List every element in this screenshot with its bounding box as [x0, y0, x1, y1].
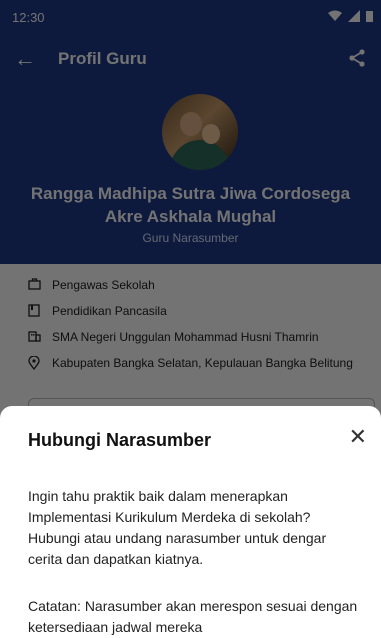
detail-row-subject: Pendidikan Pancasila: [28, 304, 361, 321]
profile-details: Pengawas Sekolah Pendidikan Pancasila SM…: [0, 264, 381, 404]
back-arrow-icon[interactable]: ←: [14, 48, 36, 70]
detail-row-location: Kabupaten Bangka Selatan, Kepulauan Bang…: [28, 355, 361, 374]
sheet-description: Ingin tahu praktik baik dalam menerapkan…: [28, 488, 327, 567]
page-title: Profil Guru: [58, 49, 147, 68]
close-icon[interactable]: ✕: [349, 426, 367, 448]
sheet-title: Hubungi Narasumber: [28, 430, 212, 450]
app-bar: ← Profil Guru: [0, 34, 381, 88]
detail-text: Kabupaten Bangka Selatan, Kepulauan Bang…: [52, 356, 353, 370]
location-pin-icon: [28, 355, 42, 374]
detail-row-school: SMA Negeri Unggulan Mohammad Husni Thamr…: [28, 330, 361, 346]
status-bar: 12:30: [0, 0, 381, 34]
detail-text: Pendidikan Pancasila: [52, 304, 167, 318]
sheet-note: Catatan: Narasumber akan merespon sesuai…: [28, 598, 358, 635]
detail-text: Pengawas Sekolah: [52, 278, 155, 292]
briefcase-icon: [28, 278, 42, 294]
wifi-icon: [328, 10, 342, 21]
avatar: [162, 94, 238, 170]
battery-icon: [366, 11, 373, 22]
contact-bottom-sheet: Hubungi Narasumber ✕ Ingin tahu praktik …: [0, 406, 381, 637]
school-icon: [28, 330, 42, 346]
book-icon: [28, 304, 42, 321]
teacher-name: Rangga Madhipa Sutra Jiwa Cordosega Akre…: [30, 184, 351, 226]
status-icons: [328, 10, 373, 22]
detail-row-position: Pengawas Sekolah: [28, 278, 361, 294]
status-time: 12:30: [12, 10, 45, 25]
profile-header: Rangga Madhipa Sutra Jiwa Cordosega Akre…: [0, 88, 381, 264]
share-icon[interactable]: [347, 48, 367, 73]
signal-icon: [348, 10, 360, 22]
detail-text: SMA Negeri Unggulan Mohammad Husni Thamr…: [52, 330, 319, 344]
teacher-role: Guru Narasumber: [142, 231, 239, 245]
